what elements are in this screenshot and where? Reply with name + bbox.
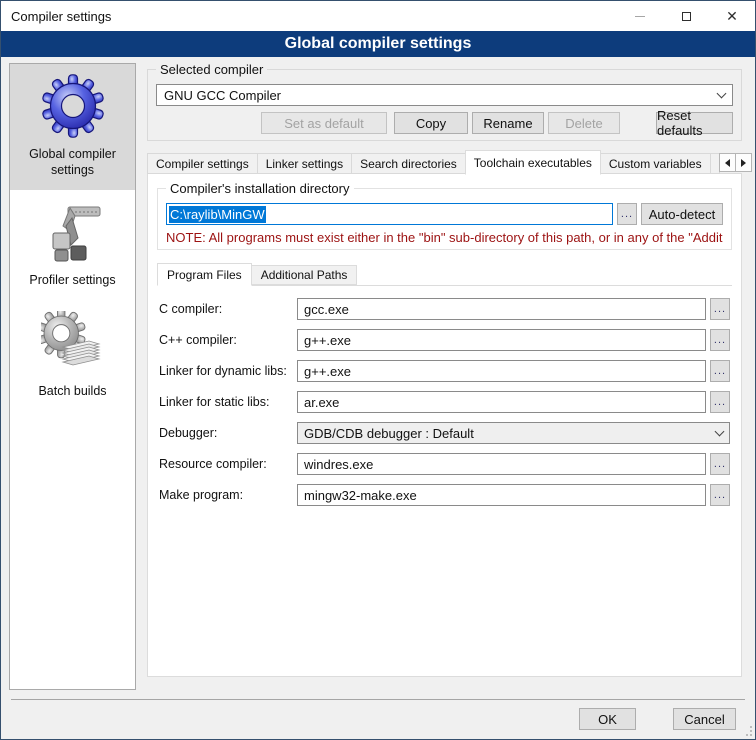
- dialog-footer: OK Cancel: [1, 699, 755, 739]
- compiler-buttons-row: Set as default Copy Rename Delete Reset …: [156, 112, 733, 134]
- sidebar-item-label: Batch builds: [13, 384, 132, 400]
- close-icon: ✕: [726, 9, 738, 23]
- installation-directory-group: Compiler's installation directory C:\ray…: [157, 188, 732, 250]
- minimize-icon: [635, 16, 645, 17]
- form-row-resource-compiler: Resource compiler: windres.exe ...: [159, 453, 730, 475]
- compiler-settings-window: Compiler settings ✕ Global compiler sett…: [0, 0, 756, 740]
- sidebar-item-label: Profiler settings: [13, 273, 132, 289]
- field-label: Make program:: [159, 488, 297, 502]
- form-row-linker-static: Linker for static libs: ar.exe ...: [159, 391, 730, 413]
- resource-compiler-input[interactable]: windres.exe: [297, 453, 706, 475]
- browse-directory-button[interactable]: ...: [617, 203, 637, 225]
- c-compiler-input[interactable]: gcc.exe: [297, 298, 706, 320]
- installation-directory-input[interactable]: C:\raylib\MinGW: [166, 203, 613, 225]
- close-button[interactable]: ✕: [709, 1, 755, 31]
- form-row-debugger: Debugger: GDB/CDB debugger : Default: [159, 422, 730, 444]
- program-files-form: C compiler: gcc.exe ... C++ compiler: g+…: [157, 285, 732, 506]
- delete-button[interactable]: Delete: [548, 112, 620, 134]
- installation-directory-value: C:\raylib\MinGW: [169, 206, 266, 223]
- auto-detect-button[interactable]: Auto-detect: [641, 203, 723, 225]
- tab-scroll-buttons: [720, 153, 752, 172]
- field-label: C compiler:: [159, 302, 297, 316]
- make-program-browse-button[interactable]: ...: [710, 484, 730, 506]
- reset-defaults-button[interactable]: Reset defaults: [656, 112, 733, 134]
- tab-scroll-right-button[interactable]: [735, 153, 752, 172]
- tab-search-directories[interactable]: Search directories: [351, 153, 466, 174]
- tab-linker-settings[interactable]: Linker settings: [257, 153, 352, 174]
- sidebar-item-global-compiler-settings[interactable]: Global compiler settings: [10, 64, 135, 190]
- linker-static-browse-button[interactable]: ...: [710, 391, 730, 413]
- make-program-input[interactable]: mingw32-make.exe: [297, 484, 706, 506]
- sidebar: Global compiler settings Profiler settin…: [9, 63, 136, 690]
- main-panel: Selected compiler GNU GCC Compiler Set a…: [147, 63, 742, 677]
- sidebar-item-label: Global compiler settings: [13, 147, 132, 178]
- installation-directory-group-label: Compiler's installation directory: [166, 181, 354, 196]
- sidebar-item-profiler-settings[interactable]: Profiler settings: [10, 190, 135, 301]
- c-compiler-browse-button[interactable]: ...: [710, 298, 730, 320]
- cpp-compiler-browse-button[interactable]: ...: [710, 329, 730, 351]
- resource-compiler-browse-button[interactable]: ...: [710, 453, 730, 475]
- maximize-icon: [682, 12, 691, 21]
- tab-custom-variables[interactable]: Custom variables: [600, 153, 711, 174]
- arrow-left-icon: [725, 159, 730, 167]
- tab-additional-paths[interactable]: Additional Paths: [251, 265, 358, 285]
- chevron-down-icon: [715, 426, 725, 436]
- resize-grip[interactable]: [741, 725, 752, 736]
- field-label: C++ compiler:: [159, 333, 297, 347]
- tab-scroll-left-button[interactable]: [719, 153, 736, 172]
- tab-program-files[interactable]: Program Files: [157, 263, 252, 286]
- program-files-tabstrip: Program Files Additional Paths: [157, 263, 732, 285]
- chevron-down-icon: [717, 88, 727, 98]
- titlebar: Compiler settings ✕: [1, 1, 755, 31]
- settings-tabstrip: Compiler settings Linker settings Search…: [147, 150, 742, 174]
- page-title: Global compiler settings: [1, 31, 755, 57]
- form-row-linker-dynamic: Linker for dynamic libs: g++.exe ...: [159, 360, 730, 382]
- compiler-select-value: GNU GCC Compiler: [164, 88, 281, 103]
- form-row-c-compiler: C compiler: gcc.exe ...: [159, 298, 730, 320]
- selected-compiler-group: Selected compiler GNU GCC Compiler Set a…: [147, 69, 742, 141]
- field-label: Linker for dynamic libs:: [159, 364, 297, 378]
- rename-button[interactable]: Rename: [472, 112, 544, 134]
- maximize-button[interactable]: [663, 1, 709, 31]
- copy-button[interactable]: Copy: [394, 112, 468, 134]
- linker-dynamic-input[interactable]: g++.exe: [297, 360, 706, 382]
- tab-toolchain-executables[interactable]: Toolchain executables: [465, 150, 601, 175]
- set-as-default-button[interactable]: Set as default: [261, 112, 387, 134]
- arrow-right-icon: [741, 159, 746, 167]
- ok-button[interactable]: OK: [579, 708, 636, 730]
- footer-separator: [11, 699, 745, 700]
- selected-compiler-group-label: Selected compiler: [156, 62, 267, 77]
- cpp-compiler-input[interactable]: g++.exe: [297, 329, 706, 351]
- cancel-button[interactable]: Cancel: [673, 708, 736, 730]
- compiler-select[interactable]: GNU GCC Compiler: [156, 84, 733, 106]
- gray-gear-stack-icon: [41, 311, 105, 375]
- tab-compiler-settings[interactable]: Compiler settings: [147, 153, 258, 174]
- blue-gear-icon: [41, 74, 105, 138]
- window-title: Compiler settings: [1, 9, 111, 24]
- installation-directory-row: C:\raylib\MinGW ... Auto-detect: [166, 203, 723, 225]
- debugger-select[interactable]: GDB/CDB debugger : Default: [297, 422, 730, 444]
- toolchain-executables-page: Compiler's installation directory C:\ray…: [147, 173, 742, 677]
- field-label: Debugger:: [159, 426, 297, 440]
- sidebar-item-batch-builds[interactable]: Batch builds: [10, 301, 135, 412]
- window-controls: ✕: [617, 1, 755, 31]
- linker-static-input[interactable]: ar.exe: [297, 391, 706, 413]
- minimize-button[interactable]: [617, 1, 663, 31]
- form-row-make-program: Make program: mingw32-make.exe ...: [159, 484, 730, 506]
- linker-dynamic-browse-button[interactable]: ...: [710, 360, 730, 382]
- form-row-cpp-compiler: C++ compiler: g++.exe ...: [159, 329, 730, 351]
- installation-directory-note: NOTE: All programs must exist either in …: [166, 230, 723, 245]
- field-label: Resource compiler:: [159, 457, 297, 471]
- field-label: Linker for static libs:: [159, 395, 297, 409]
- caliper-cubes-icon: [41, 200, 105, 264]
